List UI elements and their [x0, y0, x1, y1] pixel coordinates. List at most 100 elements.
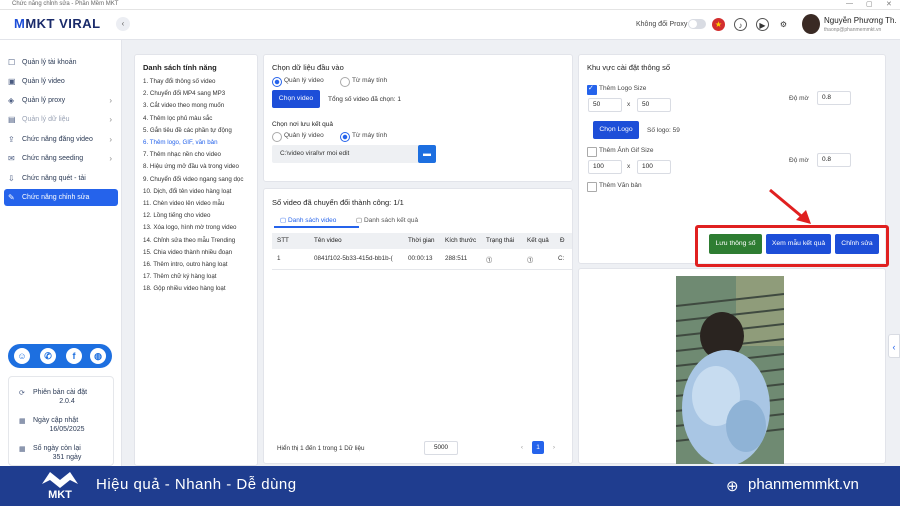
tab-result-list[interactable]: ▢ Danh sách kết quả [356, 216, 418, 224]
feature-item[interactable]: 13. Xóa logo, hình mờ trong video [143, 224, 237, 231]
cell-duration: 00:00:13 [408, 255, 433, 262]
gear-icon[interactable]: ⚙ [777, 18, 790, 31]
gif-width-input[interactable]: 100 [588, 160, 622, 174]
sidebar-item-seeding[interactable]: ✉ Chức năng seeding › [4, 150, 118, 167]
feature-item[interactable]: 9. Chuyển đổi video ngang sang dọc [143, 176, 243, 183]
radio-save-computer[interactable]: Từ máy tính [340, 132, 387, 142]
feature-item[interactable]: 18. Gộp nhiều video hàng loạt [143, 285, 226, 292]
sidebar-item-data[interactable]: ▤ Quản lý dữ liệu › [4, 111, 118, 128]
mkt-logo: MKT [42, 472, 78, 501]
video-preview-image[interactable] [676, 276, 784, 464]
sidebar-item-edit[interactable]: ✎ Chức năng chỉnh sửa [4, 189, 118, 206]
gif-height-input[interactable]: 100 [637, 160, 671, 174]
info-value: 16/05/2025 [49, 426, 85, 433]
times-label: x [627, 101, 631, 108]
play-icon[interactable]: ▶ [756, 18, 769, 31]
database-icon: ▤ [8, 115, 16, 124]
feature-item[interactable]: 10. Dịch, đổi tên video hàng loạt [143, 188, 231, 195]
sidebar-item-videos[interactable]: ▣ Quản lý video [4, 73, 118, 90]
page-size-select[interactable]: 5000 [424, 441, 458, 455]
info-value: 351 ngày [52, 454, 82, 461]
column-header: STT [277, 237, 289, 244]
table-header: STT Tên video Thời gian Kích thước Trạng… [272, 233, 572, 249]
feature-item[interactable]: 1. Thay đổi thông số video [143, 78, 215, 85]
bell-icon[interactable]: ♪ [734, 18, 747, 31]
prev-page-button[interactable]: ‹ [516, 441, 528, 454]
avatar[interactable] [802, 14, 820, 34]
close-button[interactable]: ✕ [886, 0, 892, 8]
save-params-button[interactable]: Lưu thông số [709, 234, 762, 254]
save-path-field[interactable]: C:\video viral\vr moi edit [272, 145, 422, 163]
text-checkbox[interactable]: Thêm Văn bản [587, 182, 642, 192]
refresh-icon: ⟳ [19, 390, 25, 397]
logo-height-input[interactable]: 50 [637, 98, 671, 112]
support-icon[interactable]: ☺ [14, 348, 30, 364]
logo-opacity-input[interactable]: 0.8 [817, 91, 851, 105]
logo-count: Số logo: 59 [647, 127, 680, 134]
column-header: Tên video [314, 237, 342, 244]
edit-button[interactable]: Chỉnh sửa [835, 234, 879, 254]
sidebar-item-label: Quản lý tài khoản [22, 59, 77, 66]
feature-item[interactable]: 15. Chia video thành nhiều đoạn [143, 249, 232, 256]
times-label: x [627, 163, 631, 170]
footer-website[interactable]: phanmemmkt.vn [748, 476, 859, 493]
feature-item[interactable]: 7. Thêm nhạc nền cho video [143, 151, 221, 158]
edit-icon: ✎ [8, 193, 15, 202]
gif-opacity-input[interactable]: 0.8 [817, 153, 851, 167]
sidebar-item-post-video[interactable]: ⇪ Chức năng đăng video › [4, 131, 118, 148]
feature-item[interactable]: 5. Gắn tiêu đề các phần tự động [143, 127, 232, 134]
globe-icon: ⊕ [726, 478, 739, 495]
globe-icon[interactable]: ◍ [90, 348, 106, 364]
view-sample-button[interactable]: Xem mẫu kết quả [766, 234, 831, 254]
radio-input-video-manager[interactable]: Quản lý video [272, 77, 324, 87]
radio-input-computer[interactable]: Từ máy tính [340, 77, 387, 87]
feature-item[interactable]: 6. Thêm logo, GIF, văn bản [143, 139, 218, 146]
gif-size-checkbox[interactable]: Thêm Ảnh Gif Size [587, 147, 654, 157]
choose-logo-button[interactable]: Chọn Logo [593, 121, 639, 139]
sidebar-item-label: Quản lý video [22, 78, 65, 85]
feature-item[interactable]: 16. Thêm intro, outro hàng loạt [143, 261, 228, 268]
logo-width-input[interactable]: 50 [588, 98, 622, 112]
collapse-sidebar-button[interactable]: ‹ [116, 17, 130, 31]
folder-icon[interactable]: ▬ [418, 145, 436, 163]
logo-size-checkbox[interactable]: Thêm Logo Size [587, 84, 646, 95]
minimize-button[interactable]: — [846, 0, 853, 7]
feature-item[interactable]: 17. Thêm chữ ký hàng loạt [143, 273, 217, 280]
vietnam-flag-icon[interactable]: ★ [712, 18, 725, 31]
sidebar-item-scan-download[interactable]: ⇩ Chức năng quét - tải [4, 170, 118, 187]
side-panel-toggle[interactable]: ‹ [888, 334, 900, 358]
radio-label: Quản lý video [284, 132, 324, 139]
proxy-label: Không đổi Proxy [636, 21, 688, 28]
app-header: MMKT VIRAL ‹ Không đổi Proxy ★ ♪ ▶ ⚙ Ngu… [0, 10, 900, 40]
column-header: Kết quả [527, 237, 549, 244]
results-panel: Số video đã chuyển đổi thành công: 1/1 ▢… [263, 188, 573, 464]
feature-item[interactable]: 12. Lồng tiếng cho video [143, 212, 210, 219]
sidebar-item-label: Quản lý proxy [22, 97, 66, 104]
messenger-icon[interactable]: ✆ [40, 348, 56, 364]
feature-item[interactable]: 3. Cắt video theo mong muốn [143, 102, 224, 109]
facebook-icon[interactable]: f [66, 348, 82, 364]
feature-item[interactable]: 2. Chuyển đổi MP4 sang MP3 [143, 90, 225, 97]
radio-save-video-manager[interactable]: Quản lý video [272, 132, 324, 142]
sidebar-item-accounts[interactable]: ☐ Quản lý tài khoản [4, 54, 118, 71]
column-header: Thời gian [408, 237, 435, 244]
column-header: Kích thước [445, 237, 477, 244]
page-1-button[interactable]: 1 [532, 441, 544, 454]
feature-item[interactable]: 11. Chèn video lên video mẫu [143, 200, 224, 207]
feature-item[interactable]: 4. Thêm lọc phủ màu sắc [143, 115, 212, 122]
choose-video-button[interactable]: Chọn video [272, 90, 320, 108]
proxy-toggle[interactable] [688, 19, 706, 29]
sidebar-item-label: Quản lý dữ liệu [22, 116, 70, 123]
feature-item[interactable]: 8. Hiệu ứng mở đầu và trong video [143, 163, 239, 170]
checkbox-label: Thêm Văn bản [599, 182, 642, 189]
shield-icon: ◈ [8, 96, 15, 105]
feature-item[interactable]: 14. Chỉnh sửa theo mẫu Trending [143, 237, 235, 244]
result-icon: ⓵ [527, 257, 534, 264]
cell-video-name: 0841f102-5b33-415d-bb1b-( [314, 255, 393, 262]
sidebar-item-proxy[interactable]: ◈ Quản lý proxy › [4, 92, 118, 109]
tab-video-list[interactable]: ▢ Danh sách video [280, 216, 336, 224]
save-location-title: Chọn nơi lưu kết quả [272, 121, 334, 128]
svg-text:MKT: MKT [48, 489, 72, 501]
next-page-button[interactable]: › [548, 441, 560, 454]
maximize-button[interactable]: ▢ [866, 0, 873, 8]
